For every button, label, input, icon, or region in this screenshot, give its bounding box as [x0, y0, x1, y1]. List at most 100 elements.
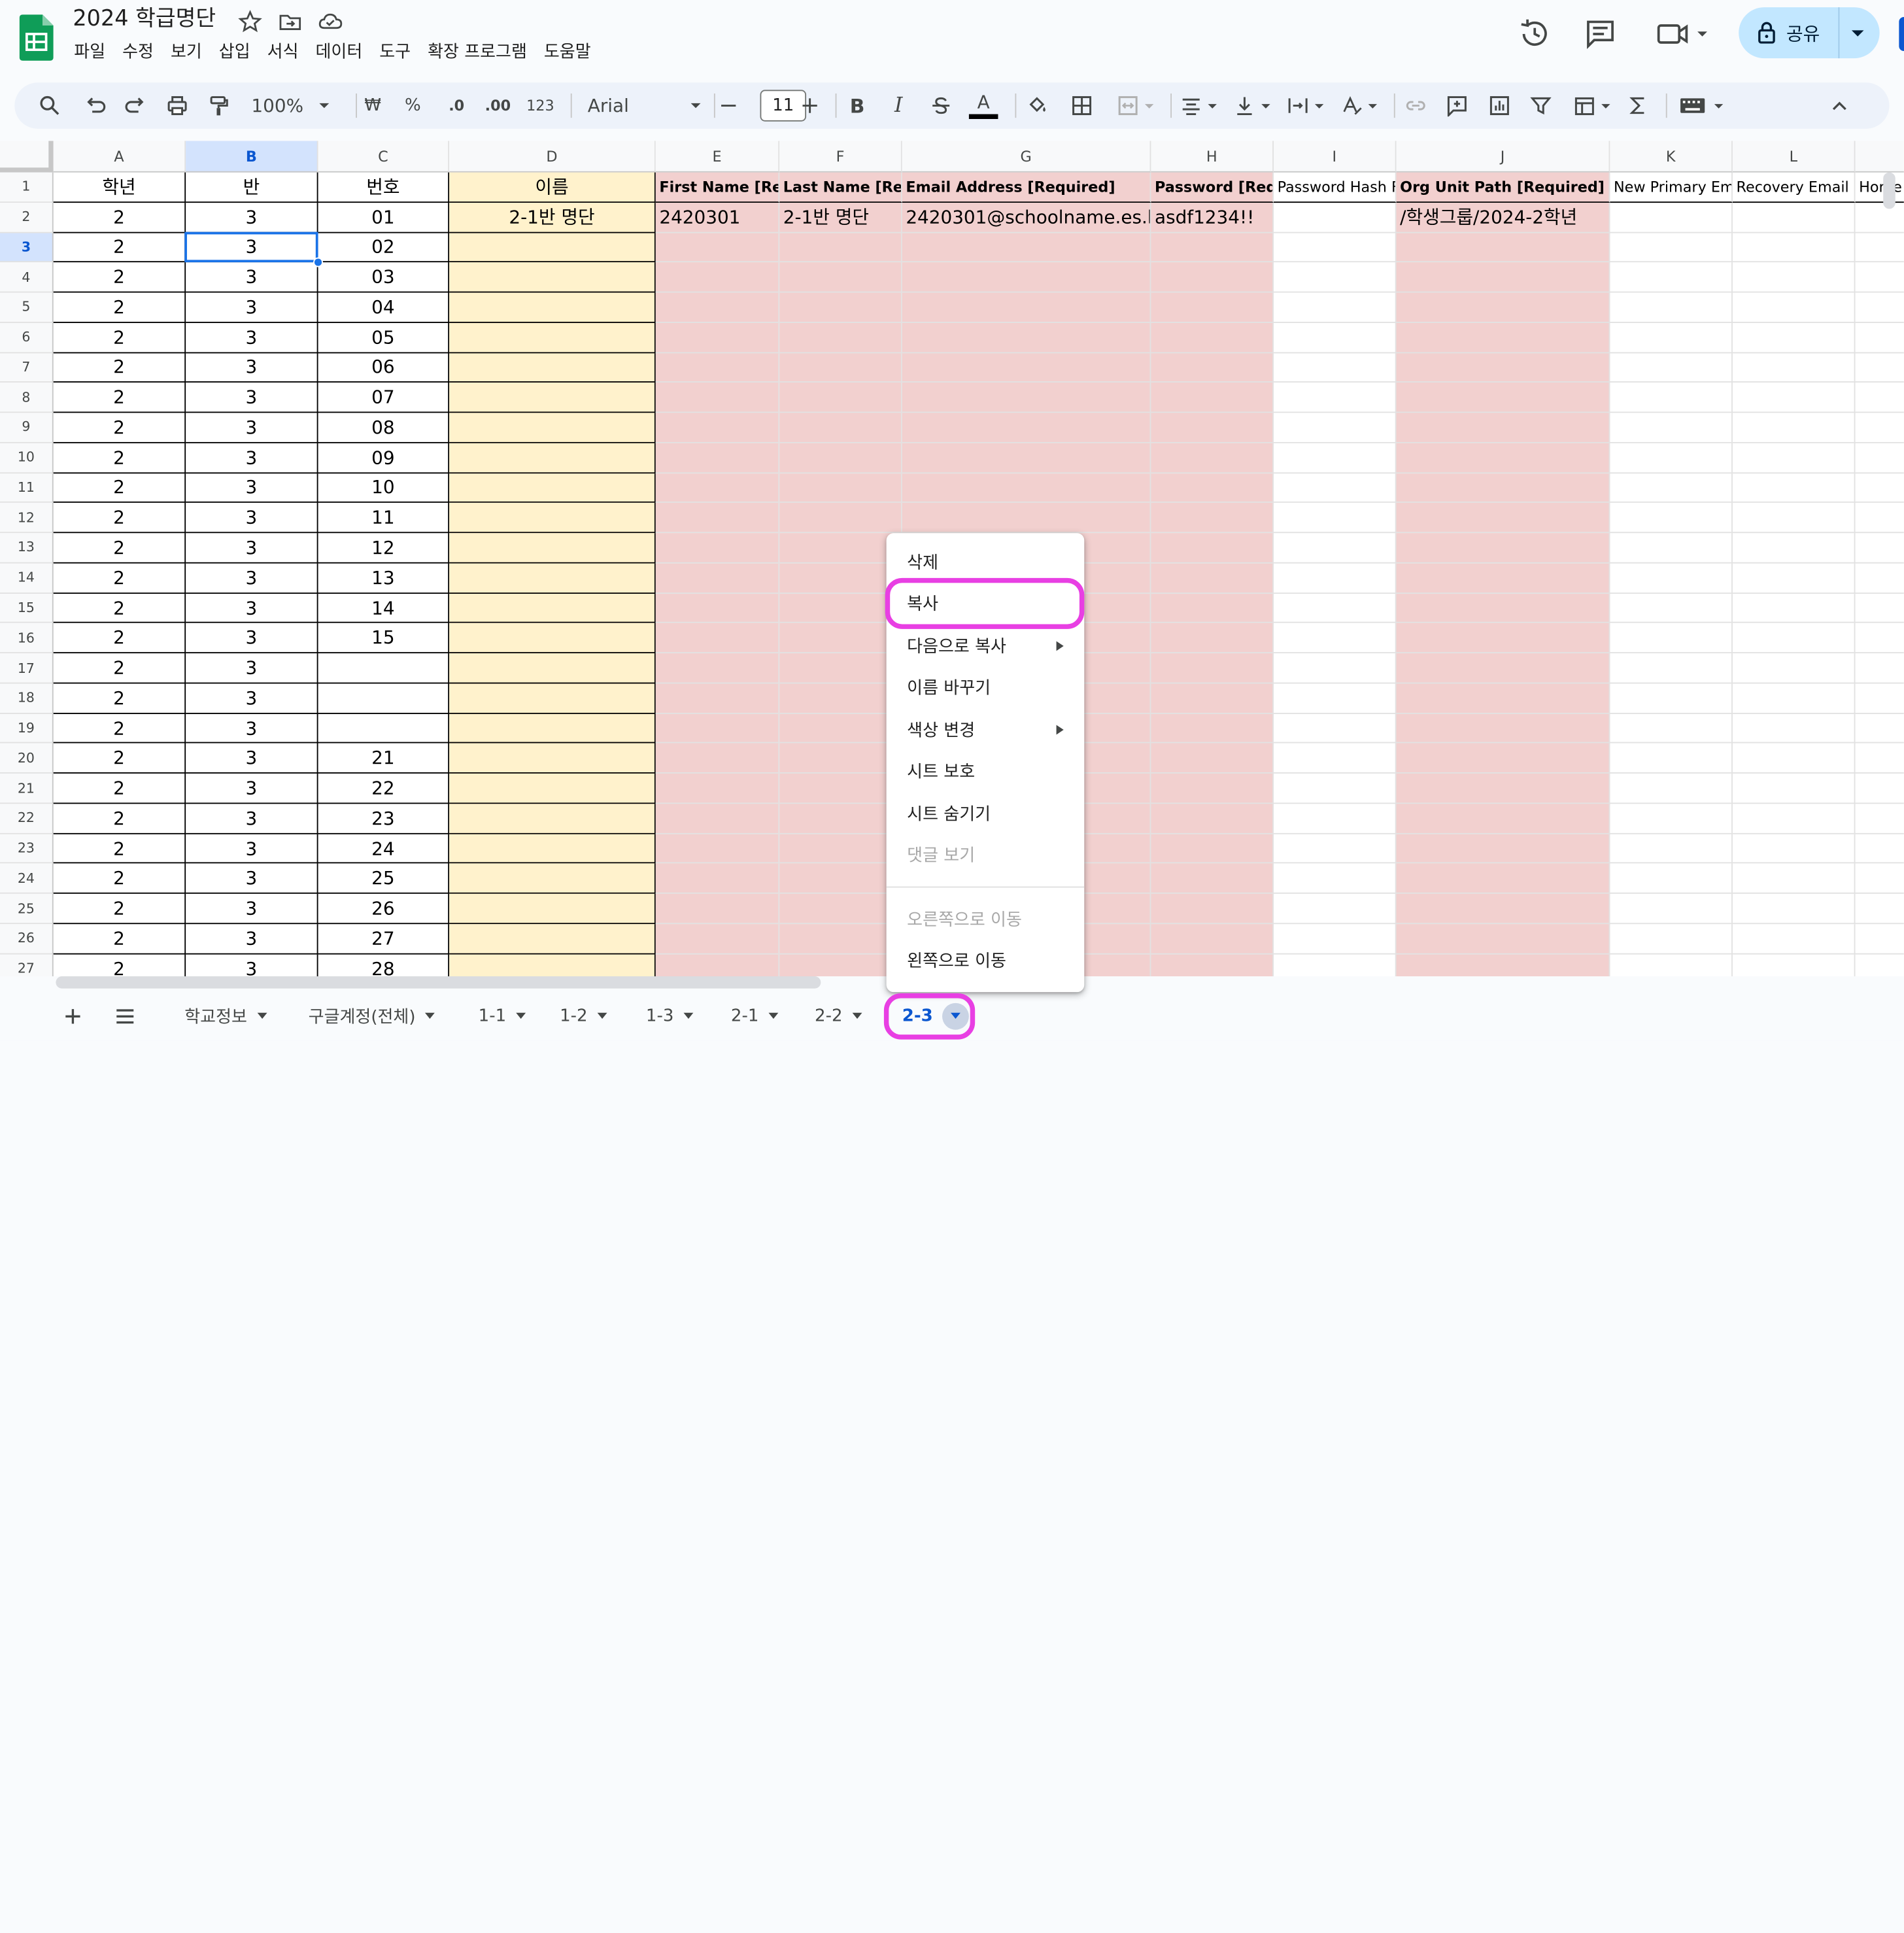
- increase-font-size-icon[interactable]: [796, 82, 823, 129]
- row-header[interactable]: 23: [0, 834, 54, 864]
- cell-k22[interactable]: [1610, 804, 1733, 834]
- strikethrough-icon[interactable]: [928, 82, 955, 129]
- cell-j2[interactable]: /학생그룹/2024-2학년: [1396, 202, 1610, 233]
- cell-c1[interactable]: 번호: [318, 172, 450, 203]
- cell-e8[interactable]: [655, 383, 780, 413]
- cell-f21[interactable]: [779, 774, 902, 804]
- cell-h26[interactable]: [1151, 924, 1274, 955]
- sheet-tab-menu-button[interactable]: [942, 1002, 970, 1029]
- cell-k8[interactable]: [1610, 383, 1733, 413]
- menu-item-copy[interactable]: 복사: [887, 585, 1085, 622]
- cell-c7[interactable]: 06: [318, 352, 450, 383]
- cell-e25[interactable]: [655, 894, 780, 925]
- cell-a14[interactable]: 2: [53, 563, 186, 594]
- column-header-a[interactable]: A: [53, 141, 186, 173]
- cell-b20[interactable]: 3: [186, 744, 318, 774]
- cell-b13[interactable]: 3: [186, 533, 318, 564]
- cell-e3[interactable]: [655, 232, 780, 263]
- cell-h11[interactable]: [1151, 473, 1274, 504]
- row-header[interactable]: 2: [0, 202, 54, 233]
- column-header-f[interactable]: F: [779, 141, 902, 173]
- cell-f4[interactable]: [779, 262, 902, 293]
- cell-k6[interactable]: [1610, 322, 1733, 353]
- decrease-decimal-button[interactable]: .0: [442, 82, 471, 129]
- cell-b16[interactable]: 3: [186, 623, 318, 654]
- cell-j16[interactable]: [1396, 623, 1610, 654]
- cell-f1[interactable]: Last Name [Required]: [779, 172, 902, 203]
- cell-j21[interactable]: [1396, 774, 1610, 804]
- cell-j8[interactable]: [1396, 383, 1610, 413]
- cell-b27[interactable]: 3: [186, 954, 318, 977]
- cell-j3[interactable]: [1396, 232, 1610, 263]
- cell-h15[interactable]: [1151, 593, 1274, 624]
- cell-b26[interactable]: 3: [186, 924, 318, 955]
- cell-m13[interactable]: [1855, 533, 1904, 564]
- cell-a21[interactable]: 2: [53, 774, 186, 804]
- sheet-tab-google-accounts[interactable]: 구글계정(전체): [309, 991, 435, 1040]
- cell-m6[interactable]: [1855, 323, 1904, 353]
- cell-l14[interactable]: [1732, 563, 1856, 594]
- cell-g6[interactable]: [902, 322, 1151, 353]
- cell-a11[interactable]: 2: [53, 473, 186, 504]
- menu-extensions[interactable]: 확장 프로그램: [419, 40, 536, 64]
- sheet-tab-school-info[interactable]: 학교정보: [184, 991, 267, 1040]
- cell-k21[interactable]: [1610, 774, 1733, 804]
- cell-e16[interactable]: [655, 623, 780, 654]
- cell-e4[interactable]: [655, 262, 780, 293]
- cell-b15[interactable]: 3: [186, 593, 318, 624]
- cell-h12[interactable]: [1151, 503, 1274, 534]
- cell-d10[interactable]: [449, 443, 656, 473]
- cell-b2[interactable]: 3: [186, 202, 318, 233]
- cell-c18[interactable]: [318, 683, 450, 714]
- cell-l11[interactable]: [1732, 473, 1856, 504]
- row-header[interactable]: 10: [0, 443, 54, 473]
- cell-m12[interactable]: [1855, 503, 1904, 534]
- cell-d21[interactable]: [449, 774, 656, 804]
- cell-f17[interactable]: [779, 653, 902, 684]
- cell-b9[interactable]: 3: [186, 413, 318, 443]
- cell-b11[interactable]: 3: [186, 473, 318, 504]
- sheet-tab-1-3[interactable]: 1-3: [646, 991, 694, 1040]
- comments-icon[interactable]: [1584, 17, 1618, 51]
- cell-a4[interactable]: 2: [53, 262, 186, 293]
- cell-h3[interactable]: [1151, 232, 1274, 263]
- cell-d27[interactable]: [449, 954, 656, 977]
- cell-k3[interactable]: [1610, 232, 1733, 263]
- cell-a2[interactable]: 2: [53, 202, 186, 233]
- cell-c3[interactable]: 02: [318, 232, 450, 263]
- cell-i15[interactable]: [1273, 593, 1397, 624]
- cell-h1[interactable]: Password [Required]: [1151, 172, 1274, 203]
- cell-m20[interactable]: [1855, 744, 1904, 774]
- cell-i8[interactable]: [1273, 383, 1397, 413]
- cell-d9[interactable]: [449, 413, 656, 443]
- cell-b21[interactable]: 3: [186, 774, 318, 804]
- row-header[interactable]: 1: [0, 172, 54, 203]
- row-header[interactable]: 21: [0, 774, 54, 804]
- row-header[interactable]: 15: [0, 593, 54, 624]
- cell-g11[interactable]: [902, 473, 1151, 504]
- cell-c21[interactable]: 22: [318, 774, 450, 804]
- cell-m18[interactable]: [1855, 683, 1904, 714]
- cell-h22[interactable]: [1151, 804, 1274, 834]
- cell-b5[interactable]: 3: [186, 292, 318, 323]
- cell-m8[interactable]: [1855, 383, 1904, 413]
- cell-i4[interactable]: [1273, 262, 1397, 293]
- cell-h14[interactable]: [1151, 563, 1274, 594]
- cell-j25[interactable]: [1396, 894, 1610, 925]
- cell-c15[interactable]: 14: [318, 593, 450, 624]
- cell-c6[interactable]: 05: [318, 322, 450, 353]
- cell-f3[interactable]: [779, 232, 902, 263]
- cell-c20[interactable]: 21: [318, 744, 450, 774]
- cell-l13[interactable]: [1732, 533, 1856, 564]
- avatar[interactable]: [1899, 16, 1904, 51]
- cell-h25[interactable]: [1151, 894, 1274, 925]
- cell-i22[interactable]: [1273, 804, 1397, 834]
- cell-j22[interactable]: [1396, 804, 1610, 834]
- zoom-select[interactable]: 100%: [248, 82, 340, 129]
- cell-f7[interactable]: [779, 352, 902, 383]
- cell-c17[interactable]: [318, 653, 450, 684]
- cell-d7[interactable]: [449, 352, 656, 383]
- cell-b14[interactable]: 3: [186, 563, 318, 594]
- cell-f2[interactable]: 2-1반 명단: [779, 202, 902, 233]
- cell-i5[interactable]: [1273, 292, 1397, 323]
